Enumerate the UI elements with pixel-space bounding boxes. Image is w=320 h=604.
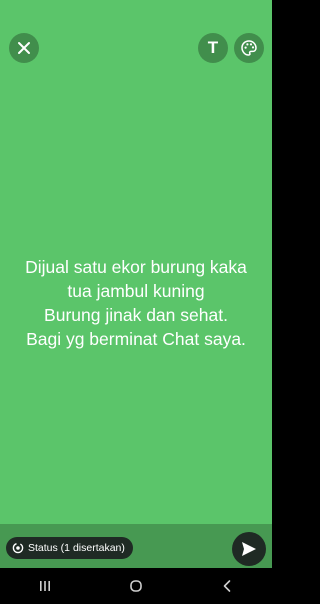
recents-button[interactable]: [25, 568, 65, 604]
palette-icon: [241, 40, 257, 56]
text-style-button[interactable]: T: [198, 33, 228, 63]
back-icon: [223, 580, 230, 592]
status-text-input[interactable]: Dijual satu ekor burung kaka tua jambul …: [10, 255, 262, 351]
close-button[interactable]: [9, 33, 39, 63]
background-color-button[interactable]: [234, 33, 264, 63]
status-audience-button[interactable]: Status (1 disertakan): [6, 537, 133, 559]
status-ring-icon: [12, 542, 24, 554]
status-audience-label: Status (1 disertakan): [28, 542, 125, 554]
recents-icon: [40, 581, 51, 591]
home-icon: [130, 580, 142, 592]
send-icon: [242, 542, 256, 556]
system-navigation-bar: [0, 568, 272, 604]
text-style-label: T: [207, 38, 219, 57]
close-icon: [18, 42, 30, 54]
send-button[interactable]: [232, 532, 266, 566]
back-button[interactable]: [207, 568, 247, 604]
home-button[interactable]: [116, 568, 156, 604]
status-composer: T Dijual satu ekor burung kaka tua jambu…: [0, 0, 272, 568]
